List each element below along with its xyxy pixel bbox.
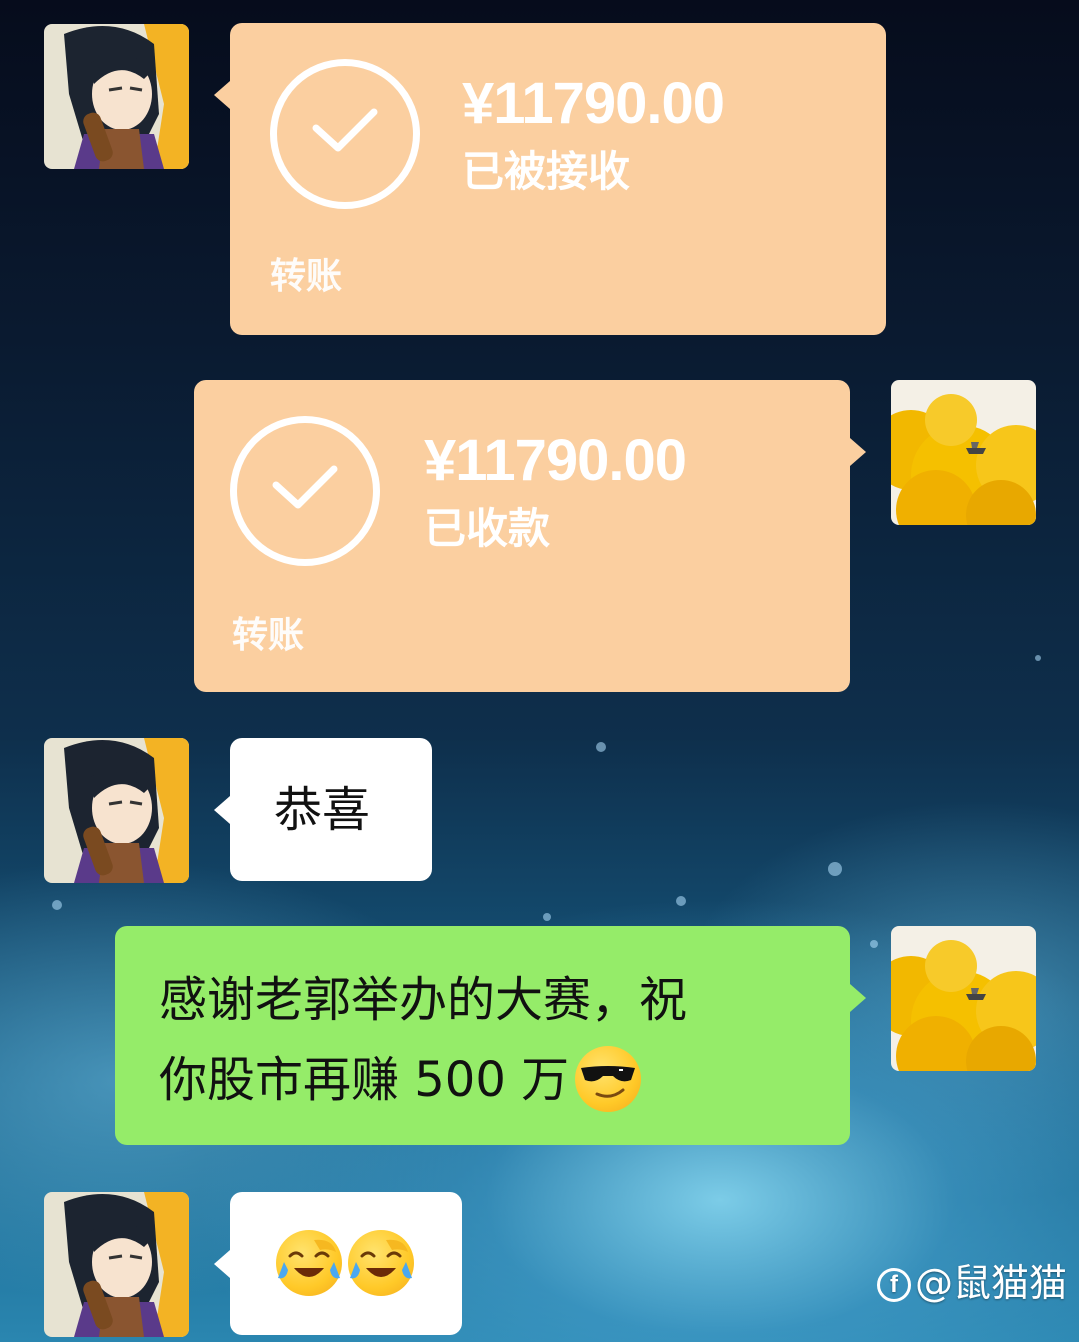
transfer-status: 已收款 xyxy=(424,504,551,553)
yellow-clouds-avatar-image xyxy=(891,926,1036,1071)
message-text: 恭喜 xyxy=(274,782,371,838)
check-circle-icon xyxy=(270,59,420,209)
yellow-clouds-avatar-image xyxy=(891,380,1036,525)
bg-sparkle xyxy=(676,896,686,906)
transfer-amount: ¥11790.00 xyxy=(424,428,687,493)
laugh-cry-emoji xyxy=(276,1230,342,1296)
self-avatar[interactable] xyxy=(891,926,1036,1071)
text-message-bubble[interactable]: 恭喜 xyxy=(214,738,432,881)
watermark: f @鼠猫猫 xyxy=(876,1260,1067,1305)
check-circle-icon xyxy=(230,416,380,566)
text-message-bubble[interactable]: 感谢老郭举办的大赛，祝 你股市再赚 500 万 xyxy=(115,926,866,1145)
sunglasses-emoji xyxy=(575,1046,642,1112)
transfer-type-label: 转账 xyxy=(270,256,343,297)
message-text-segment: 你股市再赚 500 万 xyxy=(159,1052,570,1108)
transfer-type-label: 转账 xyxy=(232,615,305,656)
bg-sparkle xyxy=(543,913,551,921)
bg-sparkle xyxy=(52,900,62,910)
bg-sparkle xyxy=(870,940,878,948)
bg-sparkle xyxy=(596,742,606,752)
anime-character-avatar-image xyxy=(44,1192,189,1337)
contact-avatar[interactable] xyxy=(44,24,189,169)
anime-character-avatar-image xyxy=(44,24,189,169)
transfer-card[interactable]: ¥11790.00 已收款 转账 xyxy=(194,380,866,692)
platform-logo-icon: f xyxy=(876,1268,911,1302)
anime-character-avatar-image xyxy=(44,738,189,883)
bg-sparkle xyxy=(828,862,842,876)
message-text-line: 你股市再赚 500 万 xyxy=(159,1040,642,1120)
laugh-cry-emoji xyxy=(348,1230,414,1296)
transfer-amount: ¥11790.00 xyxy=(462,71,725,136)
transfer-card[interactable]: ¥11790.00 已被接收 转账 xyxy=(214,23,886,335)
watermark-text: @鼠猫猫 xyxy=(914,1260,1067,1305)
contact-avatar[interactable] xyxy=(44,1192,189,1337)
bg-sparkle xyxy=(1035,655,1041,661)
transfer-status: 已被接收 xyxy=(462,147,631,196)
contact-avatar[interactable] xyxy=(44,738,189,883)
emoji-message-bubble[interactable] xyxy=(214,1192,462,1335)
message-text-line: 感谢老郭举办的大赛，祝 xyxy=(159,972,688,1028)
self-avatar[interactable] xyxy=(891,380,1036,525)
